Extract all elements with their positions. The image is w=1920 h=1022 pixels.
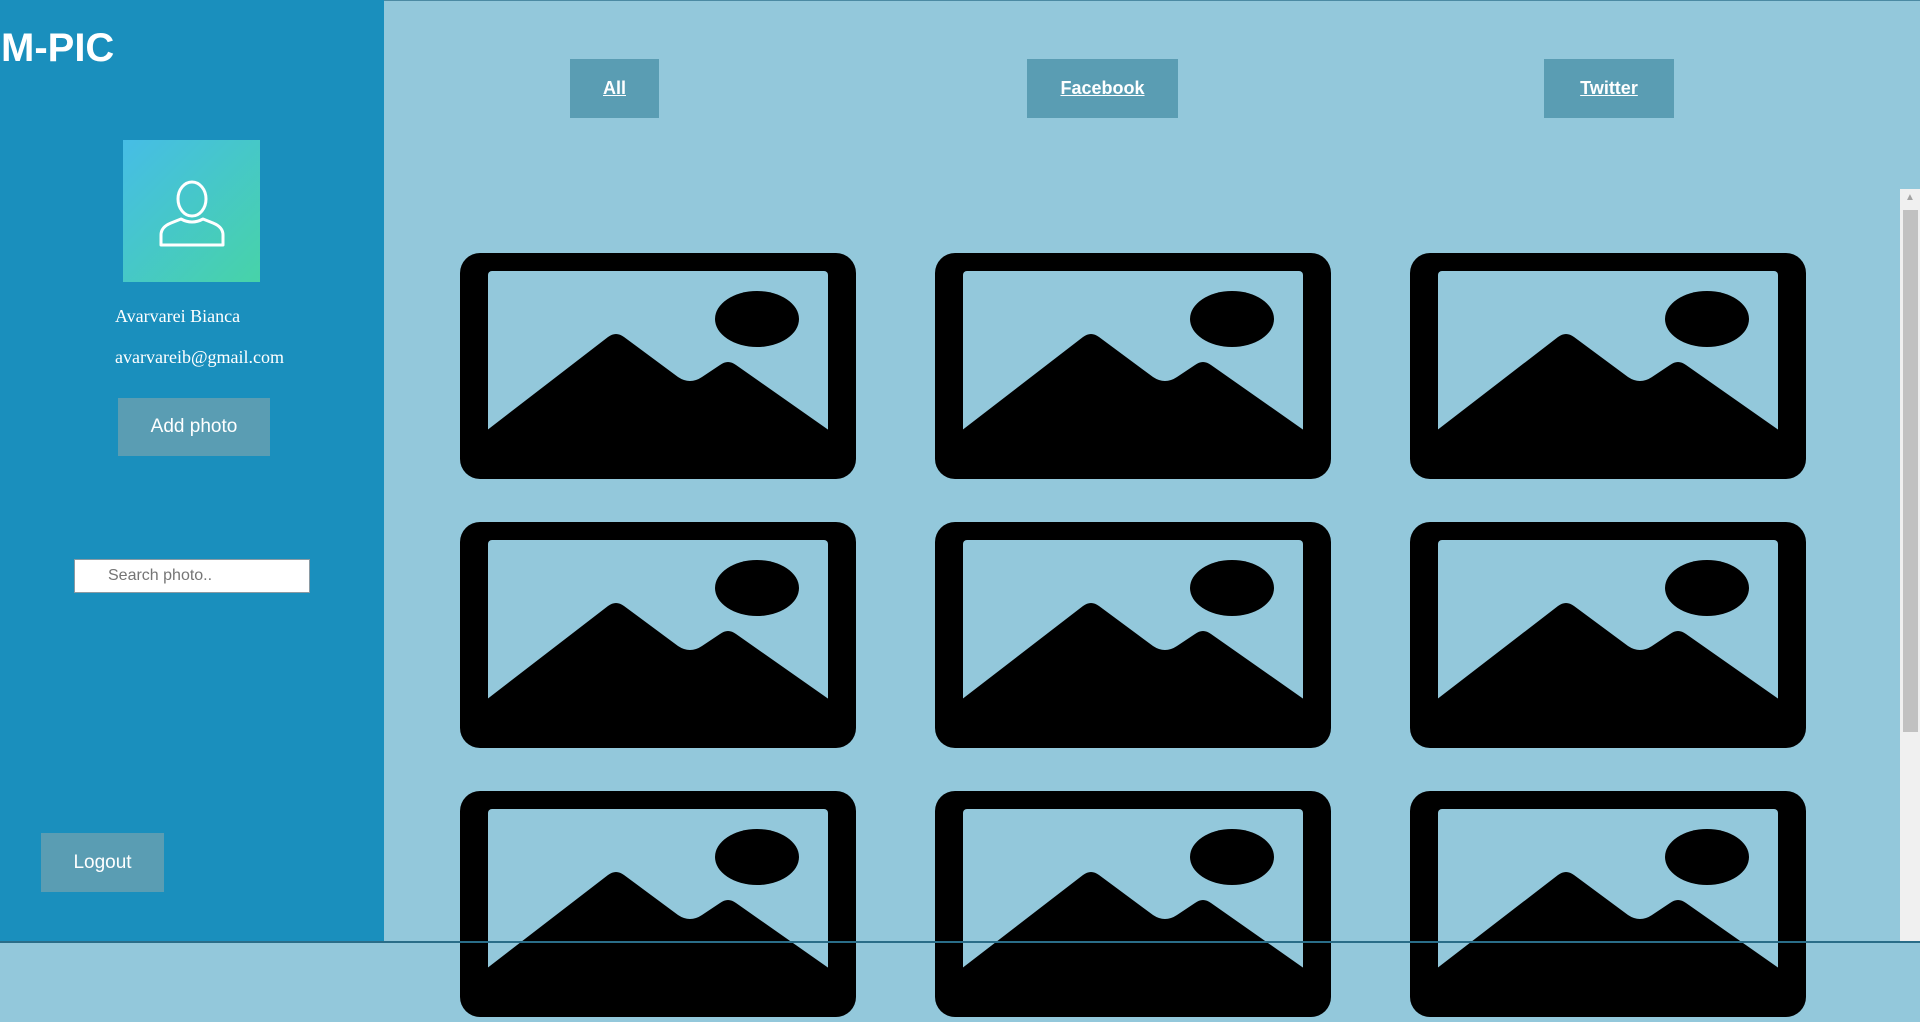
image-icon (460, 522, 856, 748)
add-photo-button[interactable]: Add photo (118, 398, 270, 456)
image-icon (935, 253, 1331, 479)
filter-all-button[interactable]: All (570, 59, 659, 118)
scroll-thumb[interactable] (1903, 210, 1918, 732)
sidebar: M-PIC Avarvarei Bianca avarvareib@gmail.… (0, 0, 384, 943)
gallery-item[interactable] (1410, 791, 1806, 1017)
image-icon (1410, 791, 1806, 1017)
gallery-item[interactable] (935, 791, 1331, 1017)
user-icon (159, 180, 224, 247)
logout-button[interactable]: Logout (41, 833, 164, 892)
search-box (74, 559, 310, 593)
search-input[interactable] (75, 560, 309, 592)
image-icon (460, 791, 856, 1017)
gallery-item[interactable] (935, 522, 1331, 748)
app-logo: M-PIC (1, 26, 115, 70)
filter-twitter-button[interactable]: Twitter (1544, 59, 1674, 118)
gallery-item[interactable] (460, 522, 856, 748)
user-email: avarvareib@gmail.com (115, 347, 285, 367)
main-content: All Facebook Twitter (384, 1, 1920, 1017)
image-icon (935, 522, 1331, 748)
user-name: Avarvarei Bianca (115, 306, 241, 326)
gallery-item[interactable] (460, 253, 856, 479)
image-icon (1410, 522, 1806, 748)
filter-facebook-button[interactable]: Facebook (1027, 59, 1178, 118)
image-icon (460, 253, 856, 479)
gallery-item[interactable] (1410, 522, 1806, 748)
image-icon (935, 791, 1331, 1017)
scroll-up-arrow-icon[interactable]: ▲ (1900, 189, 1920, 206)
gallery-item[interactable] (1410, 253, 1806, 479)
gallery-item[interactable] (460, 791, 856, 1017)
gallery-item[interactable] (935, 253, 1331, 479)
image-icon (1410, 253, 1806, 479)
scrollbar[interactable]: ▲ (1900, 189, 1920, 943)
avatar (123, 140, 260, 282)
